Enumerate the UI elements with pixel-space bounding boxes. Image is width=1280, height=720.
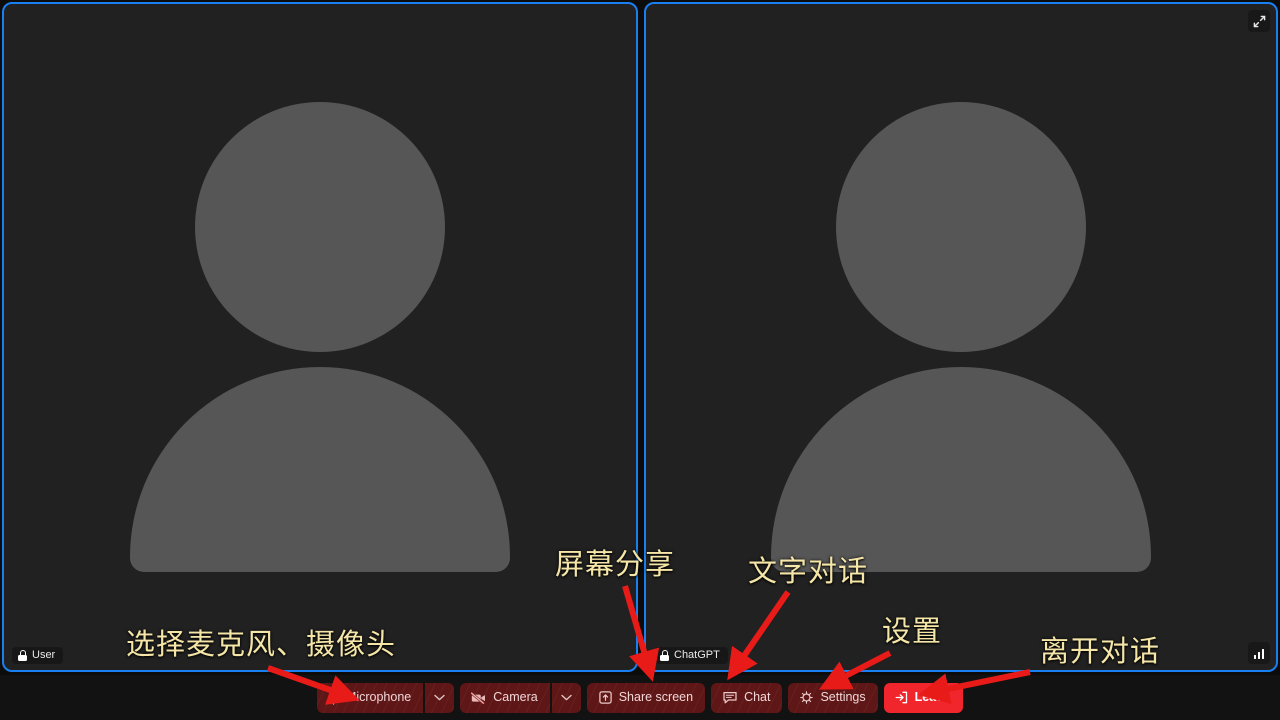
camera-dropdown-button[interactable] — [552, 682, 581, 713]
chevron-down-icon — [434, 694, 445, 701]
participant-name-local: User — [32, 649, 56, 661]
camera-button[interactable]: Camera — [460, 682, 549, 713]
signal-bars-icon[interactable] — [1248, 642, 1270, 664]
camera-off-icon — [471, 691, 486, 704]
expand-fullscreen-icon[interactable] — [1248, 10, 1270, 32]
leave-exit-icon — [895, 691, 908, 704]
chat-bubble-icon — [723, 691, 737, 704]
microphone-icon — [328, 691, 339, 705]
lock-icon — [660, 650, 669, 661]
microphone-dropdown-button[interactable] — [425, 682, 454, 713]
avatar-body — [130, 367, 510, 572]
microphone-label: Microphone — [345, 690, 412, 705]
gear-icon — [800, 691, 814, 704]
microphone-control-group: Microphone — [317, 682, 454, 713]
person-placeholder-icon — [130, 102, 510, 572]
share-screen-button[interactable]: Share screen — [587, 682, 705, 713]
lock-icon — [18, 650, 27, 661]
settings-label: Settings — [820, 690, 866, 705]
participant-name-chip-remote: ChatGPT — [654, 647, 728, 664]
avatar-head — [836, 102, 1086, 352]
avatar-body — [771, 367, 1151, 572]
camera-label: Camera — [493, 690, 538, 705]
camera-control-group: Camera — [460, 682, 581, 713]
avatar-head — [195, 102, 445, 352]
video-tile-local[interactable]: User — [2, 2, 638, 672]
microphone-button[interactable]: Microphone — [317, 682, 423, 713]
video-tile-remote[interactable]: ChatGPT — [644, 2, 1278, 672]
share-screen-icon — [598, 691, 612, 704]
leave-button[interactable]: Leave — [883, 682, 964, 713]
person-placeholder-icon — [771, 102, 1151, 572]
chevron-down-icon — [561, 694, 572, 701]
settings-button[interactable]: Settings — [788, 682, 877, 713]
participant-name-chip-local: User — [12, 647, 64, 664]
chat-label: Chat — [744, 690, 771, 705]
participant-name-remote: ChatGPT — [674, 649, 720, 661]
video-stage: User ChatGPT — [0, 0, 1280, 675]
chat-button[interactable]: Chat — [711, 682, 782, 713]
share-screen-label: Share screen — [618, 690, 694, 705]
call-control-bar: Microphone Camera Share screen Chat Sett… — [0, 675, 1280, 720]
leave-label: Leave — [914, 690, 951, 705]
